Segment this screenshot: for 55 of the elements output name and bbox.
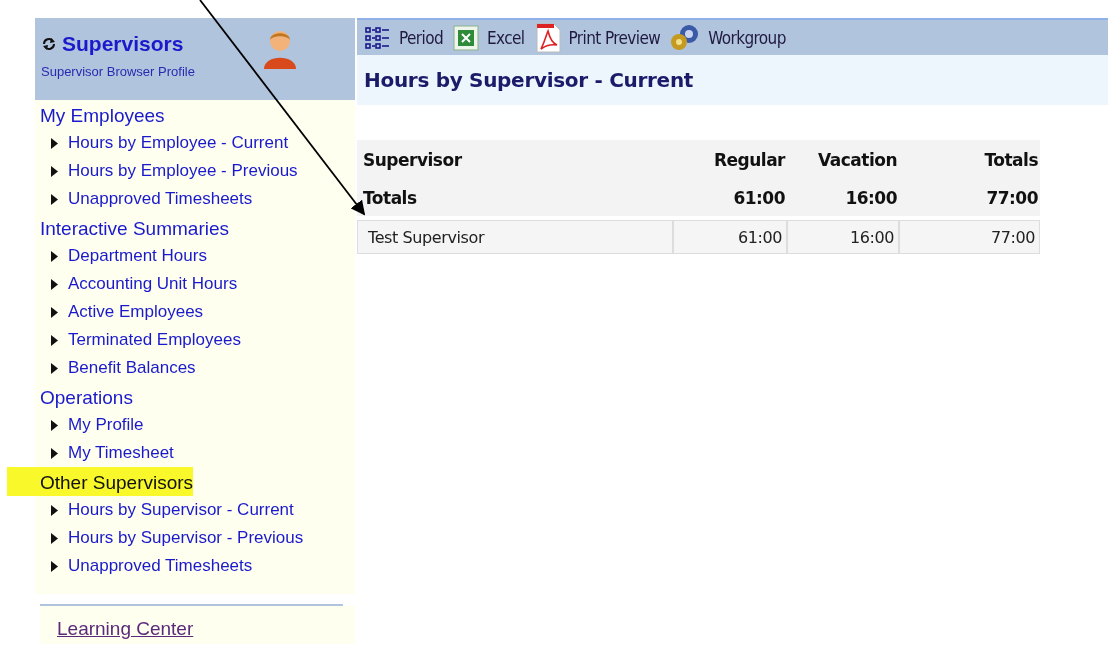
table-cell: 77:00	[899, 220, 1040, 254]
table-cell: Test Supervisor	[357, 220, 673, 254]
section-heading: My Employees	[39, 104, 165, 128]
nav-link[interactable]: My Timesheet	[35, 439, 355, 467]
column-header: Regular	[673, 140, 787, 178]
triangle-icon	[51, 165, 58, 177]
toolbar-button[interactable]: Period	[365, 26, 448, 49]
user-avatar-icon	[263, 28, 297, 70]
spreadsheet-icon	[453, 24, 480, 51]
triangle-icon	[51, 137, 58, 149]
triangle-icon	[51, 419, 58, 431]
totals-cell: 16:00	[787, 178, 899, 216]
page-title: Hours by Supervisor - Current	[364, 68, 694, 92]
refresh-icon	[41, 36, 57, 52]
triangle-icon	[51, 278, 58, 290]
section-heading: Interactive Summaries	[39, 217, 229, 241]
totals-cell: 61:00	[673, 178, 787, 216]
learning-center-link[interactable]: Learning Center	[57, 618, 194, 639]
triangle-icon	[51, 504, 58, 516]
nav-link[interactable]: Department Hours	[35, 242, 355, 270]
column-header: Vacation	[787, 140, 899, 178]
table-cell: 16:00	[787, 220, 899, 254]
nav-link[interactable]: Active Employees	[35, 298, 355, 326]
triangle-icon	[51, 334, 58, 346]
triangle-icon	[51, 532, 58, 544]
toolbar-button[interactable]: Excel	[453, 24, 529, 51]
triangle-icon	[51, 560, 58, 572]
nav-link[interactable]: Hours by Supervisor - Previous	[35, 524, 355, 552]
document-icon	[534, 22, 561, 53]
nav-link[interactable]: Benefit Balances	[35, 354, 355, 382]
toolbar-button[interactable]: Print Preview	[534, 22, 665, 53]
totals-cell: 77:00	[899, 178, 1040, 216]
toolbar-button[interactable]: Workgroup	[670, 23, 790, 52]
list-icon	[365, 26, 391, 49]
nav-link[interactable]: Accounting Unit Hours	[35, 270, 355, 298]
nav-link[interactable]: Hours by Employee - Current	[35, 129, 355, 157]
sidebar-subtitle: Supervisor Browser Profile	[41, 64, 196, 79]
sidebar-title: Supervisors	[62, 32, 184, 56]
column-header: Supervisor	[357, 140, 673, 178]
triangle-icon	[51, 306, 58, 318]
nav-link[interactable]: My Profile	[35, 411, 355, 439]
triangle-icon	[51, 250, 58, 262]
table-cell: 61:00	[673, 220, 787, 254]
totals-cell: Totals	[357, 178, 673, 216]
triangle-icon	[51, 193, 58, 205]
section-heading: Operations	[39, 386, 133, 410]
nav-link[interactable]: Terminated Employees	[35, 326, 355, 354]
nav-link[interactable]: Unapproved Timesheets	[35, 185, 355, 213]
triangle-icon	[51, 362, 58, 374]
nav-link[interactable]: Hours by Employee - Previous	[35, 157, 355, 185]
gears-icon	[670, 23, 701, 52]
triangle-icon	[51, 447, 58, 459]
nav-link[interactable]: Hours by Supervisor - Current	[35, 496, 355, 524]
nav-link[interactable]: Unapproved Timesheets	[35, 552, 355, 580]
column-header: Totals	[899, 140, 1040, 178]
